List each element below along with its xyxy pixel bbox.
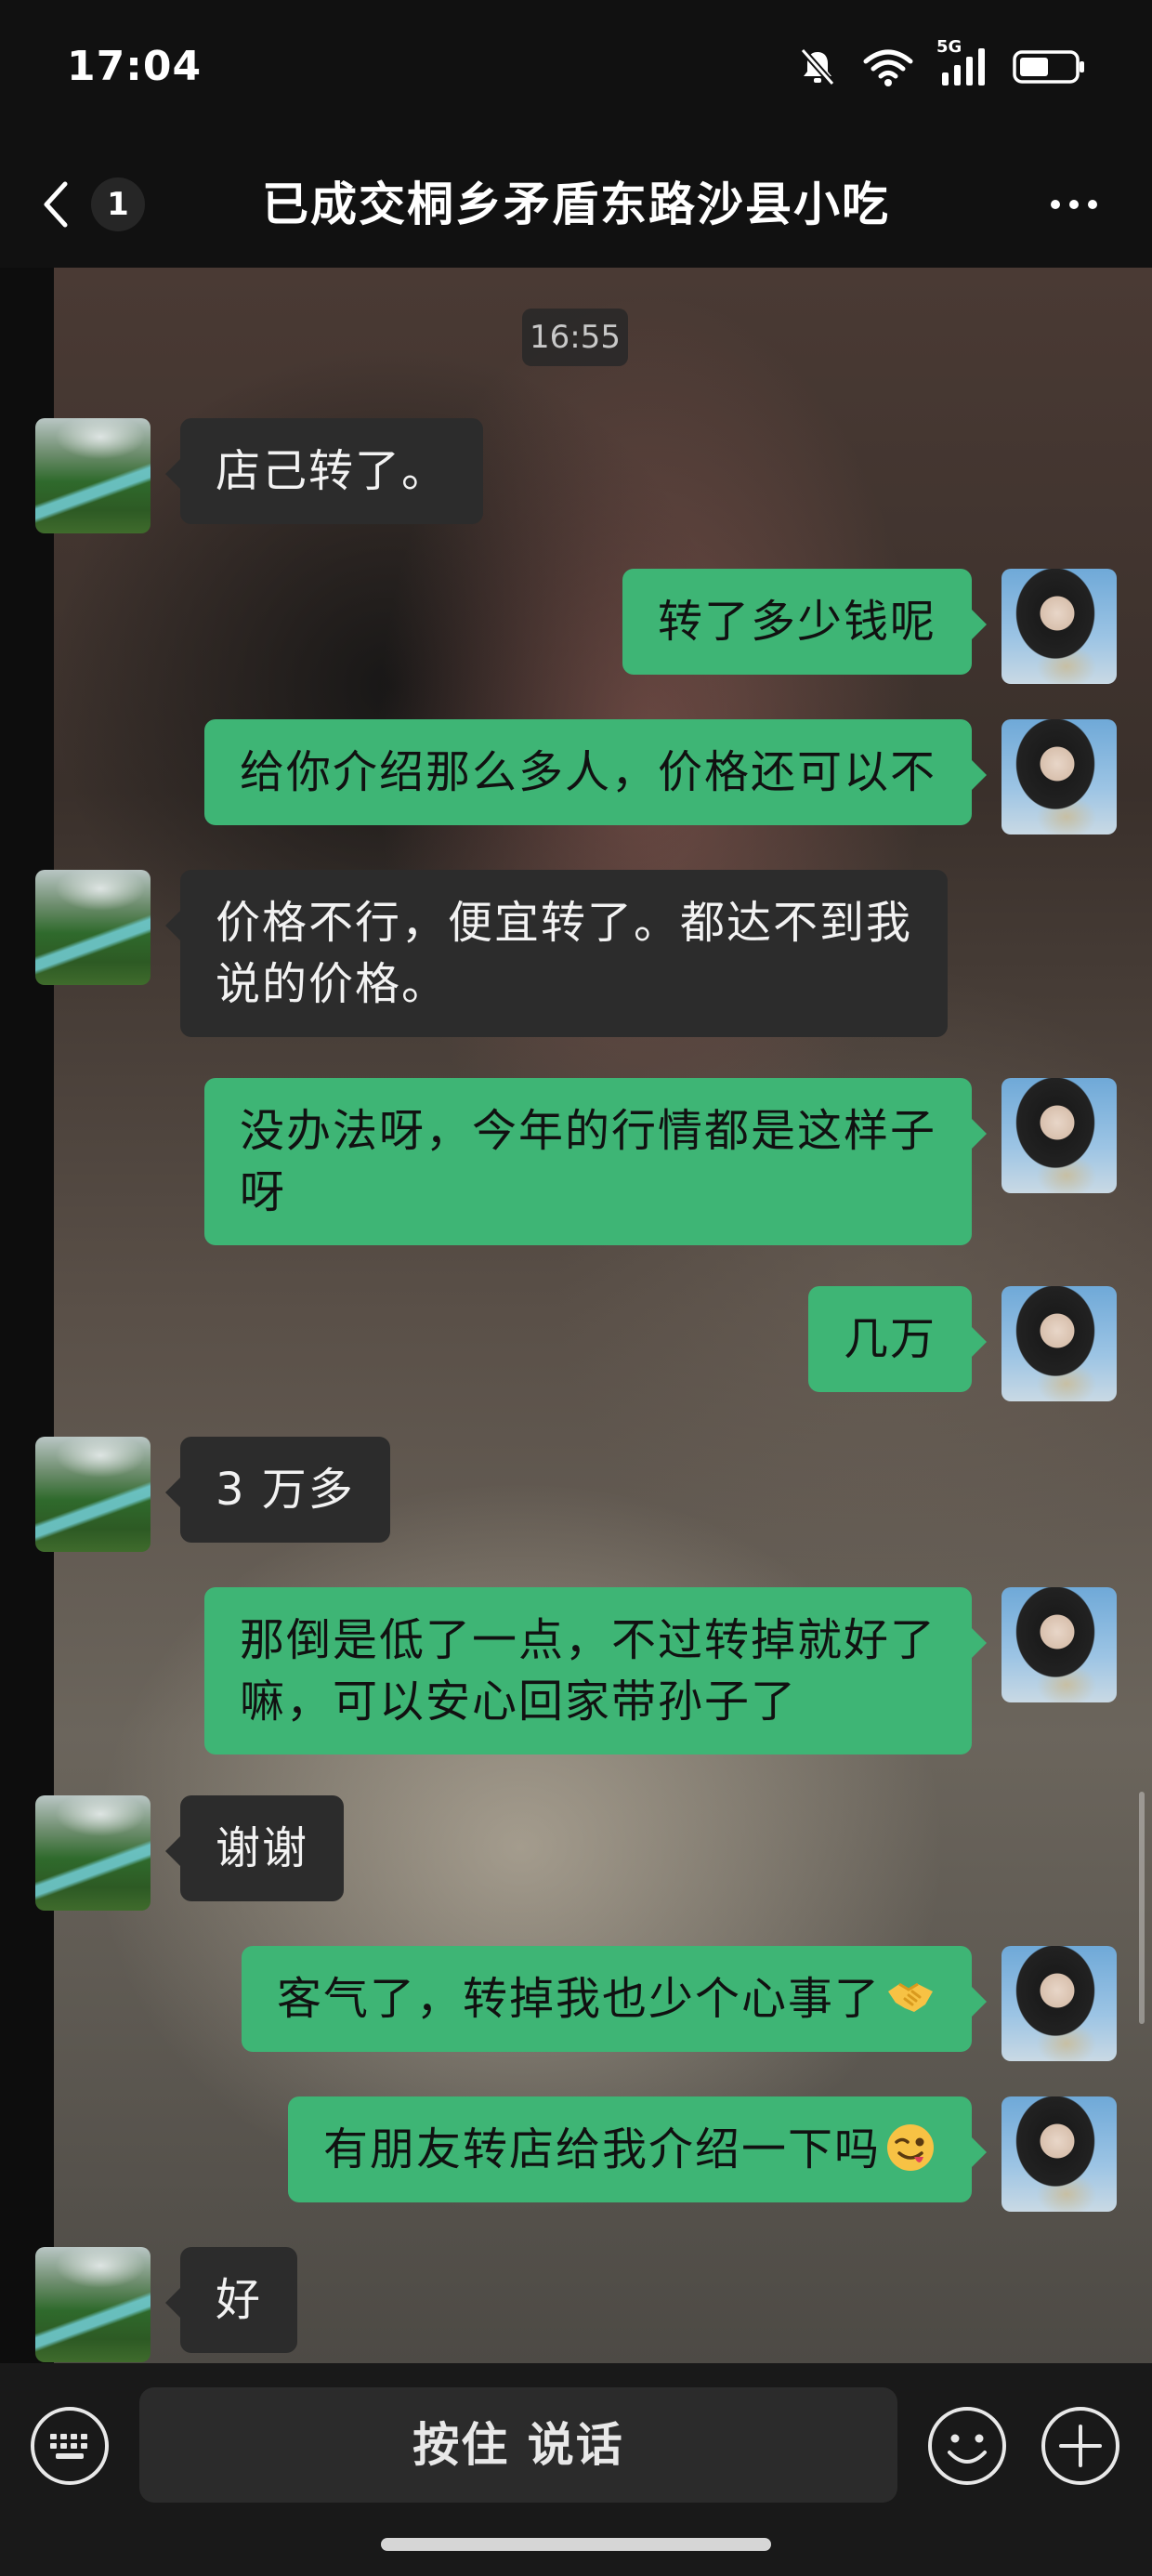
hold-to-talk-button[interactable]: 按住 说话	[139, 2387, 897, 2503]
more-dot-icon	[1088, 200, 1097, 209]
contact-avatar[interactable]	[35, 870, 151, 985]
message-timestamp: 16:55	[522, 309, 628, 366]
more-dot-icon	[1051, 200, 1060, 209]
message-bubble[interactable]: 给你介绍那么多人，价格还可以不	[203, 719, 988, 825]
message-bubble[interactable]: 谢谢	[164, 1795, 345, 1901]
message-bubble[interactable]: 3 万多	[165, 1437, 390, 1543]
emoji-picker-icon[interactable]	[925, 2404, 1009, 2488]
message-text: 有朋友转店给我介绍一下吗	[322, 2123, 881, 2175]
my-avatar[interactable]	[1001, 569, 1117, 684]
input-bar: 按住 说话	[0, 2363, 1152, 2576]
handshake-emoji-icon	[888, 1982, 933, 2012]
message-bubble[interactable]: 没办法呀，今年的行情都是这样子 呀	[203, 1078, 988, 1245]
plus-more-icon[interactable]	[1039, 2404, 1122, 2488]
battery-icon	[1013, 50, 1084, 84]
mute-bell-icon	[800, 47, 835, 86]
background-wallpaper-edge	[0, 268, 54, 2363]
contact-avatar[interactable]	[35, 2247, 151, 2362]
my-avatar[interactable]	[1001, 1587, 1117, 1702]
contact-avatar[interactable]	[35, 418, 151, 533]
winking-face-emoji-icon	[887, 2124, 934, 2171]
my-avatar[interactable]	[1001, 1078, 1117, 1193]
chevron-left-icon	[44, 181, 68, 228]
wechat-chat-screen: 17:04 5G 1 已成交桐乡矛盾东路沙县小吃 16:55 店己转了。 转了多…	[0, 0, 1152, 2576]
my-avatar[interactable]	[1001, 1946, 1117, 2061]
status-time: 17:04	[67, 43, 203, 90]
message-text: 客气了，转掉我也少个心事了	[276, 1973, 881, 2025]
message-bubble[interactable]: 好	[164, 2247, 298, 2353]
contact-avatar[interactable]	[35, 1795, 151, 1911]
home-indicator[interactable]	[381, 2538, 771, 2551]
message-bubble[interactable]: 店己转了。	[164, 418, 484, 524]
status-icons: 5G	[797, 37, 1087, 87]
contact-avatar[interactable]	[35, 1437, 151, 1552]
message-bubble[interactable]: 价格不行，便宜转了。都达不到我 说的价格。	[164, 870, 949, 1037]
message-bubble[interactable]: 那倒是低了一点，不过转掉就好了 嘛，可以安心回家带孙子了	[203, 1587, 988, 1755]
network-type-label: 5G	[936, 37, 962, 57]
message-bubble[interactable]: 客气了，转掉我也少个心事了	[241, 1946, 988, 2052]
chat-title: 已成交桐乡矛盾东路沙县小吃	[262, 177, 890, 231]
keyboard-toggle-icon[interactable]	[28, 2404, 111, 2488]
message-bubble[interactable]: 转了多少钱呢	[622, 569, 988, 675]
message-bubble[interactable]: 有朋友转店给我介绍一下吗	[287, 2096, 988, 2202]
my-avatar[interactable]	[1001, 719, 1117, 835]
wifi-icon	[863, 49, 913, 86]
chat-header: 1 已成交桐乡矛盾东路沙县小吃	[0, 139, 1152, 268]
my-avatar[interactable]	[1001, 1286, 1117, 1401]
my-avatar[interactable]	[1001, 2096, 1117, 2212]
message-list[interactable]: 16:55 店己转了。 转了多少钱呢 给你介绍那么多人，价格还可以不 价格不行，…	[0, 268, 1152, 2363]
cellular-signal: 5G	[936, 37, 988, 87]
scrollbar[interactable]	[1139, 1792, 1145, 2024]
more-options-button[interactable]	[1041, 177, 1107, 232]
unread-count-badge: 1	[91, 177, 145, 231]
message-bubble[interactable]: 几万	[807, 1286, 988, 1392]
status-bar: 17:04 5G	[0, 0, 1152, 139]
more-dot-icon	[1069, 200, 1079, 209]
